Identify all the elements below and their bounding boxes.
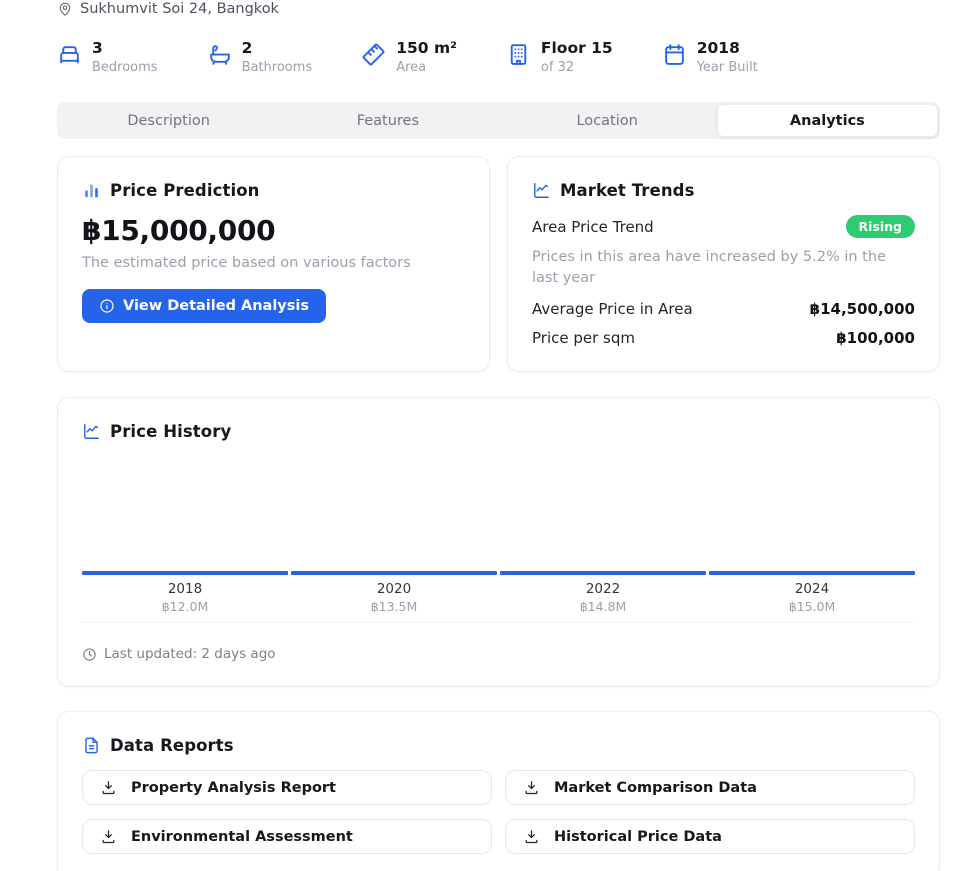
card-title: Price Prediction xyxy=(110,181,260,200)
axis-label-2024: 2024 ฿15.0M xyxy=(709,575,915,614)
price-prediction-card: Price Prediction ฿15,000,000 The estimat… xyxy=(57,156,490,372)
reports-grid: Property Analysis Report Market Comparis… xyxy=(82,770,915,854)
year-label: 2022 xyxy=(500,581,706,597)
row-label: Price per sqm xyxy=(532,329,635,347)
map-pin-icon xyxy=(57,1,73,17)
chart-axis-labels: 2018 ฿12.0M 2020 ฿13.5M 2022 ฿14.8M 2024… xyxy=(82,575,915,623)
market-trends-card: Market Trends Area Price Trend Rising Pr… xyxy=(507,156,940,372)
report-label: Environmental Assessment xyxy=(131,829,353,845)
card-title: Market Trends xyxy=(560,181,695,200)
stat-value: 150 m² xyxy=(396,38,457,58)
stat-floor: Floor 15 of 32 xyxy=(506,38,613,77)
download-icon xyxy=(523,779,540,796)
card-title: Price History xyxy=(110,422,231,441)
value-label: ฿15.0M xyxy=(709,599,915,614)
bar-chart-icon xyxy=(82,181,101,200)
value-label: ฿14.8M xyxy=(500,599,706,614)
value-label: ฿13.5M xyxy=(291,599,497,614)
trend-description: Prices in this area have increased by 5.… xyxy=(532,247,915,289)
year-label: 2024 xyxy=(709,581,915,597)
file-text-icon xyxy=(82,736,101,755)
stat-area: 150 m² Area xyxy=(361,38,457,77)
stat-label: Year Built xyxy=(697,58,758,77)
report-label: Historical Price Data xyxy=(554,829,722,845)
download-property-analysis-report-button[interactable]: Property Analysis Report xyxy=(82,770,492,805)
stat-label: of 32 xyxy=(541,58,613,77)
view-detailed-analysis-button[interactable]: View Detailed Analysis xyxy=(82,289,326,323)
stat-value: 2018 xyxy=(697,38,758,58)
row-value: ฿14,500,000 xyxy=(810,300,915,318)
download-icon xyxy=(100,828,117,845)
chart-column-2018 xyxy=(82,449,288,575)
tab-features[interactable]: Features xyxy=(278,104,497,137)
building-icon xyxy=(506,42,531,67)
property-analytics-page: Sukhumvit Soi 24, Bangkok 3 Bedrooms 2 xyxy=(0,0,961,871)
axis-label-2018: 2018 ฿12.0M xyxy=(82,575,288,614)
last-updated: Last updated: 2 days ago xyxy=(82,646,915,662)
row-value: ฿100,000 xyxy=(836,329,915,347)
axis-label-2022: 2022 ฿14.8M xyxy=(500,575,706,614)
address-text: Sukhumvit Soi 24, Bangkok xyxy=(80,1,279,17)
stat-label: Bathrooms xyxy=(242,58,313,77)
download-environmental-assessment-button[interactable]: Environmental Assessment xyxy=(82,819,492,854)
download-icon xyxy=(100,779,117,796)
last-updated-text: Last updated: 2 days ago xyxy=(104,646,276,662)
rising-badge: Rising xyxy=(846,215,915,238)
tab-bar: Description Features Location Analytics xyxy=(57,102,940,139)
property-address: Sukhumvit Soi 24, Bangkok xyxy=(57,0,940,18)
price-history-card: Price History 2018 ฿12.0M 2020 ฿1 xyxy=(57,397,940,687)
year-label: 2020 xyxy=(291,581,497,597)
button-label: View Detailed Analysis xyxy=(123,298,309,314)
report-label: Property Analysis Report xyxy=(131,780,336,796)
average-price-row: Average Price in Area ฿14,500,000 xyxy=(532,300,915,318)
trend-label: Area Price Trend xyxy=(532,218,654,236)
info-icon xyxy=(99,298,115,314)
chart-column-2020 xyxy=(291,449,497,575)
ruler-icon xyxy=(361,42,386,67)
stat-label: Bedrooms xyxy=(92,58,158,77)
line-chart-icon xyxy=(82,422,101,441)
stat-bedrooms: 3 Bedrooms xyxy=(57,38,158,77)
tab-analytics[interactable]: Analytics xyxy=(717,104,938,137)
download-icon xyxy=(523,828,540,845)
year-label: 2018 xyxy=(82,581,288,597)
tab-location[interactable]: Location xyxy=(498,104,717,137)
download-market-comparison-data-button[interactable]: Market Comparison Data xyxy=(505,770,915,805)
row-label: Average Price in Area xyxy=(532,300,693,318)
bath-icon xyxy=(207,42,232,67)
value-label: ฿12.0M xyxy=(82,599,288,614)
property-stats: 3 Bedrooms 2 Bathrooms 150 m² xyxy=(57,38,940,77)
data-reports-card: Data Reports Property Analysis Report Ma… xyxy=(57,711,940,871)
bed-icon xyxy=(57,42,82,67)
chart-column-2024 xyxy=(709,449,915,575)
report-label: Market Comparison Data xyxy=(554,780,757,796)
prediction-subtitle: The estimated price based on various fac… xyxy=(82,255,465,271)
stat-value: Floor 15 xyxy=(541,38,613,58)
download-historical-price-data-button[interactable]: Historical Price Data xyxy=(505,819,915,854)
line-chart-icon xyxy=(532,181,551,200)
stat-year-built: 2018 Year Built xyxy=(662,38,758,77)
calendar-icon xyxy=(662,42,687,67)
tab-description[interactable]: Description xyxy=(59,104,278,137)
stat-value: 3 xyxy=(92,38,158,58)
card-title: Data Reports xyxy=(110,736,234,755)
stat-value: 2 xyxy=(242,38,313,58)
chart-bars xyxy=(82,449,915,575)
chart-column-2022 xyxy=(500,449,706,575)
clock-icon xyxy=(82,647,97,662)
stat-bathrooms: 2 Bathrooms xyxy=(207,38,313,77)
axis-label-2020: 2020 ฿13.5M xyxy=(291,575,497,614)
price-history-chart: 2018 ฿12.0M 2020 ฿13.5M 2022 ฿14.8M 2024… xyxy=(82,449,915,623)
price-per-sqm-row: Price per sqm ฿100,000 xyxy=(532,329,915,347)
predicted-price: ฿15,000,000 xyxy=(82,214,465,247)
stat-label: Area xyxy=(396,58,457,77)
